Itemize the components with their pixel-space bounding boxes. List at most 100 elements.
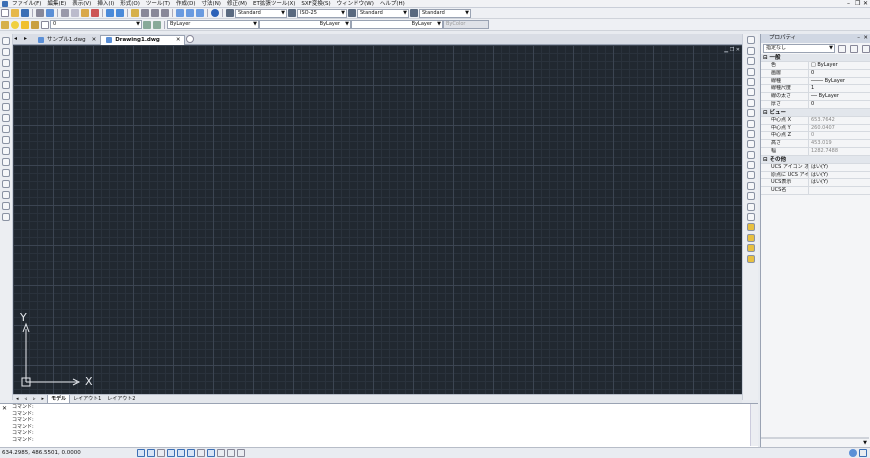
- ellipse-arc-icon[interactable]: [2, 147, 10, 155]
- menu-item[interactable]: ファイル(F): [9, 0, 44, 8]
- bring-above-icon[interactable]: [747, 254, 755, 263]
- lineweight-toggle-icon[interactable]: [217, 449, 225, 457]
- menu-item[interactable]: SXF変換(S): [298, 0, 333, 8]
- array-icon[interactable]: [747, 77, 755, 86]
- tool-palette-icon[interactable]: [196, 9, 204, 17]
- minimize-icon[interactable]: ▁: [724, 47, 728, 53]
- property-value[interactable]: [809, 187, 870, 194]
- command-scrollbar[interactable]: [750, 404, 758, 446]
- osnap-icon[interactable]: [177, 449, 185, 457]
- table-icon[interactable]: [2, 213, 10, 221]
- hatch-icon[interactable]: [2, 191, 10, 199]
- linetype-select[interactable]: ByLayer ▼: [259, 20, 351, 29]
- print-icon[interactable]: [36, 9, 44, 17]
- rectangle-icon[interactable]: [2, 81, 10, 89]
- minimize-icon[interactable]: –: [857, 34, 860, 43]
- fullscreen-icon[interactable]: [859, 449, 867, 457]
- point-icon[interactable]: [2, 180, 10, 188]
- new-file-icon[interactable]: [1, 9, 9, 17]
- tab-layout2[interactable]: レイアウト2: [104, 395, 138, 403]
- property-row[interactable]: 厚さ 0: [761, 100, 870, 109]
- restore-icon[interactable]: ❐: [855, 0, 860, 8]
- ortho-icon[interactable]: [157, 449, 165, 457]
- close-icon[interactable]: ✕: [2, 405, 7, 412]
- polygon-icon[interactable]: [2, 70, 10, 78]
- text-style-select[interactable]: Standard ▼: [235, 8, 287, 18]
- property-row[interactable]: UCS名: [761, 187, 870, 195]
- make-current-icon[interactable]: [143, 20, 151, 29]
- property-row[interactable]: UCS アイコン オンはい(Y): [761, 163, 870, 172]
- selection-cycling-icon[interactable]: [237, 449, 245, 457]
- minimize-icon[interactable]: –: [847, 0, 850, 8]
- dim-style-select[interactable]: ISO-25 ▼: [297, 8, 347, 18]
- property-row[interactable]: 画層 0: [761, 69, 870, 78]
- property-row[interactable]: 幅 1282.7488: [761, 147, 870, 156]
- menu-item[interactable]: ツール(T): [143, 0, 173, 8]
- drawing-canvas[interactable]: ▁ ❐ ✕ Y X: [13, 45, 742, 394]
- copy-icon[interactable]: [71, 9, 79, 17]
- otrack-icon[interactable]: [187, 449, 195, 457]
- quick-select-icon[interactable]: [862, 44, 870, 53]
- new-tab-icon[interactable]: [186, 35, 195, 43]
- sun-icon[interactable]: [21, 20, 29, 29]
- property-value[interactable]: 0: [809, 70, 870, 77]
- menu-item[interactable]: 修正(M): [224, 0, 250, 8]
- property-row[interactable]: 線の太さ ── ByLayer: [761, 93, 870, 101]
- save-icon[interactable]: [21, 9, 29, 17]
- settings-icon[interactable]: ▼: [863, 440, 867, 446]
- zoom-icon[interactable]: [141, 9, 149, 17]
- fillet-icon[interactable]: [747, 181, 755, 190]
- menu-item[interactable]: 編集(E): [44, 0, 69, 8]
- property-value[interactable]: 0: [809, 101, 870, 108]
- polyline-icon[interactable]: [2, 59, 10, 67]
- mirror-icon[interactable]: [747, 57, 755, 66]
- app-icon[interactable]: [2, 0, 8, 7]
- quick-properties-icon[interactable]: [227, 449, 235, 457]
- design-center-icon[interactable]: [186, 9, 194, 17]
- color-select[interactable]: ByLayer ▼: [167, 20, 259, 29]
- dyn-icon[interactable]: [207, 449, 215, 457]
- match-prop-icon[interactable]: [91, 9, 99, 17]
- tab-drawing1[interactable]: Drawing1.dwg ✕: [100, 34, 186, 45]
- spline-icon[interactable]: [2, 125, 10, 133]
- extend-icon[interactable]: [747, 140, 755, 149]
- property-value[interactable]: はい(Y): [809, 172, 870, 179]
- chamfer-icon[interactable]: [747, 171, 755, 180]
- layer-previous-icon[interactable]: [153, 20, 161, 29]
- workspace-gear-icon[interactable]: [849, 449, 857, 457]
- chevron-left-icon[interactable]: ◂: [14, 35, 22, 43]
- move-icon[interactable]: [747, 88, 755, 97]
- lineweight-select[interactable]: ByLayer ▼: [351, 20, 443, 29]
- edit-icon[interactable]: [747, 213, 755, 222]
- property-section[interactable]: ⊟ その他: [761, 155, 870, 164]
- property-value[interactable]: 453.019: [809, 140, 870, 147]
- zoom-window-icon[interactable]: [151, 9, 159, 17]
- property-value[interactable]: 653.7642: [809, 117, 870, 124]
- break-icon[interactable]: [747, 150, 755, 159]
- close-icon[interactable]: ✕: [736, 47, 740, 53]
- property-section[interactable]: ⊟ ビュー: [761, 108, 870, 117]
- menu-item[interactable]: ET拡張ツール(X): [250, 0, 298, 8]
- property-row[interactable]: 中心点 Z0: [761, 132, 870, 141]
- menu-item[interactable]: ヘルプ(H): [377, 0, 408, 8]
- property-value[interactable]: はい(Y): [809, 164, 870, 171]
- mleader-style-select[interactable]: Standard ▼: [419, 8, 471, 18]
- explode-icon[interactable]: [747, 202, 755, 211]
- revision-cloud-icon[interactable]: [2, 114, 10, 122]
- send-back-icon[interactable]: [747, 244, 755, 253]
- circle-icon[interactable]: [2, 103, 10, 111]
- stretch-icon[interactable]: [747, 119, 755, 128]
- nav-next-icon[interactable]: ▹: [30, 395, 39, 403]
- construction-line-icon[interactable]: [2, 48, 10, 56]
- erase-icon[interactable]: [747, 36, 755, 45]
- property-value[interactable]: 260.0407: [809, 125, 870, 132]
- preview-icon[interactable]: [46, 9, 54, 17]
- join-icon[interactable]: [747, 161, 755, 170]
- close-icon[interactable]: ✕: [863, 0, 868, 8]
- bring-front-icon[interactable]: [747, 233, 755, 242]
- nav-last-icon[interactable]: ▸: [39, 395, 48, 403]
- property-section[interactable]: ⊟ 一般: [761, 54, 870, 62]
- property-value[interactable]: 1282.7488: [809, 148, 870, 155]
- region-icon[interactable]: [2, 202, 10, 210]
- close-icon[interactable]: ✕: [863, 34, 868, 43]
